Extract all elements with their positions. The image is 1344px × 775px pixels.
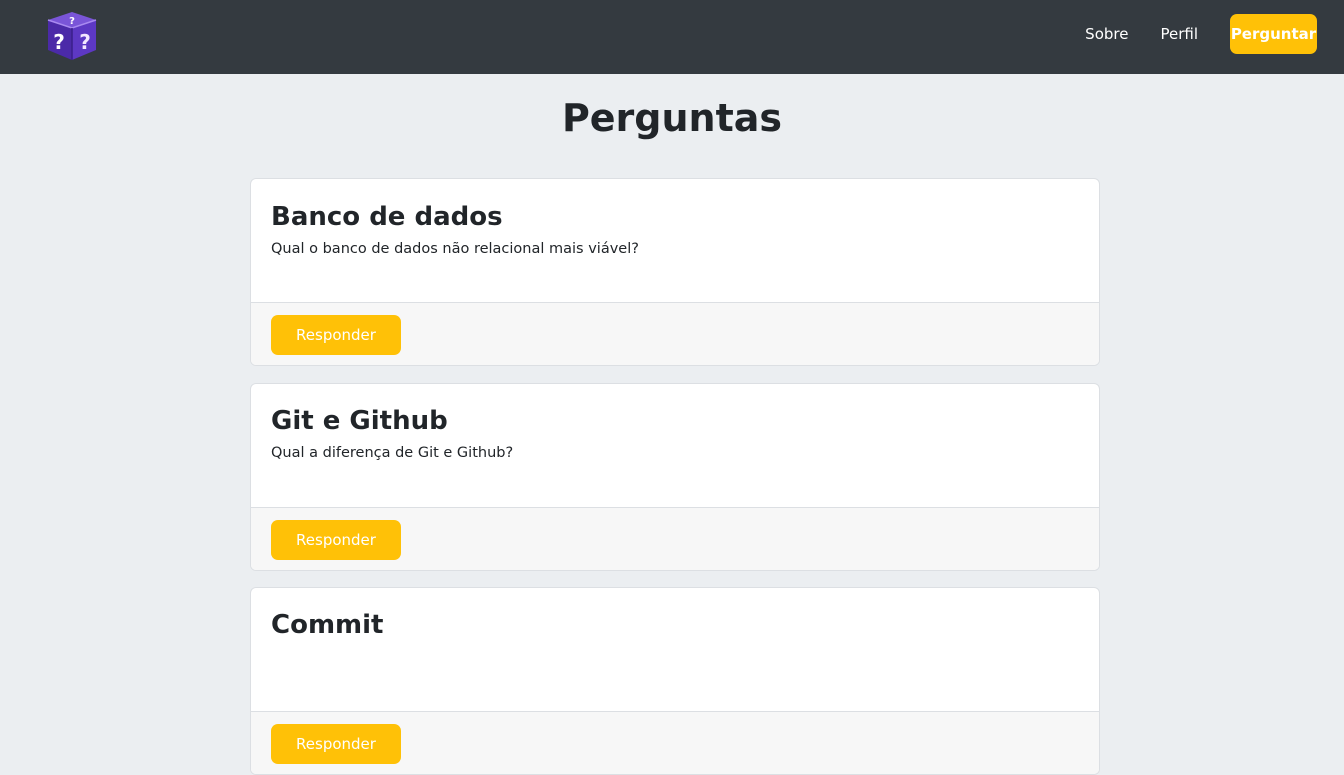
question-title: Banco de dados (271, 202, 503, 232)
card-body: Commit (251, 588, 1099, 711)
ask-question-button[interactable]: Perguntar (1230, 14, 1317, 54)
card-footer: Responder (251, 302, 1099, 365)
question-title: Git e Github (271, 406, 448, 436)
question-card: Banco de dados Qual o banco de dados não… (250, 178, 1100, 366)
top-navbar: ? ? ? Sobre Perfil Perguntar (0, 0, 1344, 74)
nav-link-perfil[interactable]: Perfil (1160, 25, 1198, 43)
svg-text:?: ? (69, 16, 75, 27)
svg-text:?: ? (53, 30, 65, 54)
question-box-logo-icon[interactable]: ? ? ? (44, 10, 100, 62)
card-footer: Responder (251, 711, 1099, 774)
question-text: Qual a diferença de Git e Github? (271, 445, 514, 461)
question-card: Commit Responder (250, 587, 1100, 775)
answer-button[interactable]: Responder (271, 520, 401, 560)
page-title: Perguntas (561, 96, 783, 140)
answer-button[interactable]: Responder (271, 315, 401, 355)
card-footer: Responder (251, 507, 1099, 570)
card-body: Git e Github Qual a diferença de Git e G… (251, 384, 1099, 507)
question-text: Qual o banco de dados não relacional mai… (271, 241, 639, 257)
answer-button[interactable]: Responder (271, 724, 401, 764)
question-title: Commit (271, 610, 384, 640)
svg-text:?: ? (79, 30, 91, 54)
card-body: Banco de dados Qual o banco de dados não… (251, 179, 1099, 302)
nav-links: Sobre Perfil Perguntar (1085, 14, 1317, 54)
question-card: Git e Github Qual a diferença de Git e G… (250, 383, 1100, 571)
nav-link-sobre[interactable]: Sobre (1085, 25, 1128, 43)
